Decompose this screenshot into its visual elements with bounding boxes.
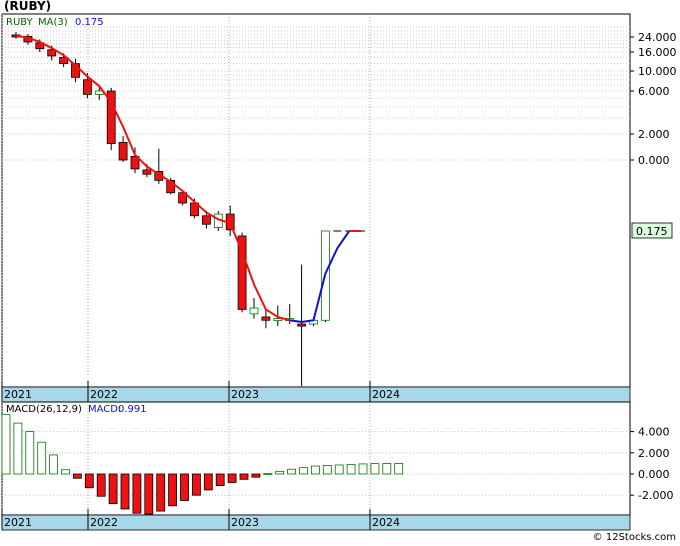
- macd-y-tick-label: 0.000: [638, 468, 670, 481]
- macd-y-tick-label: -2.000: [638, 489, 673, 502]
- macd-bar: [13, 422, 23, 475]
- macd-legend-value-label: MACD:: [88, 404, 121, 415]
- macd-legend-label: MACD(26,12,9): [6, 404, 82, 415]
- x-tick-label: 2021: [4, 388, 32, 401]
- macd-bar: [275, 470, 285, 475]
- macd-bar: [251, 473, 261, 478]
- y-tick-label: 24.000: [638, 31, 677, 44]
- legend-symbol: RUBY: [6, 17, 34, 28]
- macd-x-tick-label: 2023: [231, 516, 259, 529]
- last-price-label: 0.175: [636, 225, 668, 238]
- legend-ma-label: MA(3): [38, 17, 68, 28]
- x-tick-label: 2023: [231, 388, 259, 401]
- macd-bar: [96, 473, 106, 497]
- macd-bar: [191, 473, 201, 496]
- macd-bar: [108, 473, 118, 505]
- macd-bar: [73, 473, 82, 479]
- macd-bar: [299, 467, 308, 475]
- candle-body: [273, 318, 283, 322]
- macd-bar: [144, 473, 154, 515]
- macd-bar: [49, 454, 58, 475]
- macd-bar: [37, 441, 47, 475]
- macd-bar: [132, 473, 142, 514]
- macd-legend-value: 0.991: [118, 404, 147, 415]
- macd-bar: [346, 464, 356, 475]
- candle-body: [261, 316, 271, 321]
- candle-body: [249, 307, 259, 315]
- macd-bar: [394, 463, 404, 475]
- legend-ma-value: 0.175: [75, 17, 104, 28]
- macd-bar: [227, 473, 237, 483]
- y-tick-label: 10.000: [638, 65, 677, 78]
- macd-x-tick-label: 2021: [4, 516, 32, 529]
- macd-x-tick-label: 2022: [90, 516, 118, 529]
- price-panel-frame: [1, 13, 631, 388]
- macd-y-tick-label: 2.000: [638, 447, 670, 460]
- candle-body: [142, 169, 152, 175]
- y-tick-label: 16.000: [638, 46, 677, 59]
- y-tick-label: 2.000: [638, 128, 670, 141]
- macd-bar: [168, 473, 178, 507]
- macd-bar: [382, 463, 392, 475]
- macd-bar: [203, 473, 213, 491]
- y-tick-label: 6.000: [638, 85, 670, 98]
- macd-bar: [1, 414, 11, 475]
- macd-bar: [239, 473, 249, 480]
- macd-panel-frame: [1, 401, 631, 516]
- candle-body: [118, 141, 128, 161]
- macd-bar: [120, 473, 130, 510]
- macd-bar: [156, 473, 166, 512]
- macd-bar: [322, 465, 332, 475]
- macd-bar: [215, 473, 225, 487]
- macd-bar: [334, 464, 344, 475]
- candle-body: [201, 215, 211, 225]
- x-tick-label: 2022: [90, 388, 118, 401]
- stock-chart: RUBY MA(3) 0.175 24.000 16.000 10.000 6.000 2.0…: [1, 13, 677, 531]
- y-tick-label: 0.000: [638, 154, 670, 167]
- macd-bar: [310, 465, 320, 475]
- macd-y-tick-label: 4.000: [638, 426, 670, 439]
- macd-bar: [263, 473, 273, 475]
- x-tick-label: 2024: [372, 388, 400, 401]
- candle-body: [83, 79, 92, 95]
- macd-bar: [358, 463, 368, 475]
- macd-bar: [180, 473, 189, 501]
- macd-x-tick-label: 2024: [372, 516, 400, 529]
- macd-bar: [25, 431, 35, 475]
- macd-bar: [84, 473, 94, 489]
- candle-body: [297, 323, 307, 327]
- macd-bar: [370, 463, 380, 475]
- macd-bar: [287, 468, 297, 475]
- macd-bar: [61, 469, 70, 475]
- footer-credit: © 12Stocks.com: [592, 532, 676, 543]
